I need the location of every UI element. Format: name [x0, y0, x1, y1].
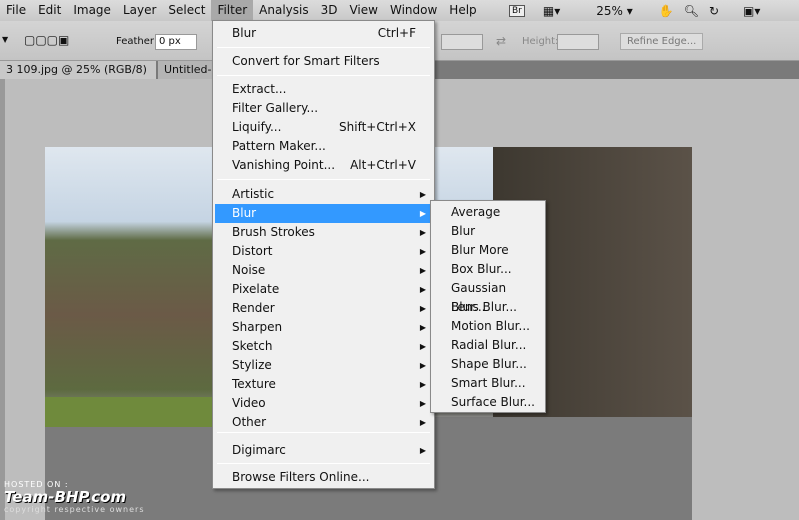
- menu-item-last-filter[interactable]: Blur Ctrl+F: [215, 24, 432, 43]
- submenu-arrow-icon: ▶: [419, 190, 426, 199]
- width-input[interactable]: [441, 34, 483, 50]
- submenu-arrow-icon: ▶: [419, 380, 426, 389]
- menu-select[interactable]: Select: [162, 0, 211, 21]
- feather-input[interactable]: 0 px: [155, 34, 197, 50]
- tab-document[interactable]: 3 109.jpg @ 25% (RGB/8) ×: [0, 61, 156, 94]
- menu-item-brush-strokes[interactable]: Brush Strokes ▶: [215, 223, 432, 242]
- swap-icon[interactable]: ⇄: [496, 34, 506, 48]
- blur-item-gaussian-blur[interactable]: Gaussian Blur...: [433, 279, 543, 314]
- watermark: HOSTED ON : Team-BHP.com copyright respe…: [4, 480, 145, 514]
- hand-tool-icon[interactable]: ✋: [659, 4, 674, 18]
- menu-item-filter-gallery[interactable]: Filter Gallery...: [215, 99, 432, 118]
- height-label: Height:: [522, 36, 559, 47]
- menu-3d[interactable]: 3D: [315, 0, 344, 21]
- menu-item-extract[interactable]: Extract...: [215, 80, 432, 99]
- menu-window[interactable]: Window: [384, 0, 443, 21]
- tab-label: 3 109.jpg @ 25% (RGB/8): [6, 63, 147, 76]
- zoom-value: 25%: [596, 3, 623, 18]
- feather-label: Feather:: [116, 36, 158, 47]
- menu-item-pixelate[interactable]: Pixelate ▶: [215, 280, 432, 299]
- blur-submenu: Average Blur Blur More Box Blur... Gaussian …: [430, 200, 546, 413]
- blur-item-lens-blur[interactable]: Lens Blur...: [433, 298, 543, 317]
- menu-help[interactable]: Help: [443, 0, 482, 21]
- submenu-arrow-icon: ▶: [419, 209, 426, 218]
- submenu-arrow-icon: ▶: [419, 446, 426, 455]
- watermark-brand: Team-BHP.com: [4, 488, 127, 506]
- menu-item-video[interactable]: Video ▶: [215, 394, 432, 413]
- menu-item-digimarc[interactable]: Digimarc ▶: [215, 441, 432, 460]
- submenu-arrow-icon: ▶: [419, 228, 426, 237]
- submenu-arrow-icon: ▶: [419, 285, 426, 294]
- watermark-copyright: copyright respective owners: [4, 505, 145, 514]
- blur-item-shape-blur[interactable]: Shape Blur...: [433, 355, 543, 374]
- menu-layer[interactable]: Layer: [117, 0, 162, 21]
- screen-mode-icon[interactable]: ▦▾: [543, 4, 560, 18]
- blur-item-blur-more[interactable]: Blur More: [433, 241, 543, 260]
- menu-item-liquify[interactable]: Liquify... Shift+Ctrl+X: [215, 118, 432, 137]
- submenu-arrow-icon: ▶: [419, 361, 426, 370]
- menu-item-browse-filters-online[interactable]: Browse Filters Online...: [215, 468, 432, 487]
- blur-item-box-blur[interactable]: Box Blur...: [433, 260, 543, 279]
- bridge-button[interactable]: Br: [509, 4, 525, 17]
- menu-image[interactable]: Image: [67, 0, 117, 21]
- blur-item-radial-blur[interactable]: Radial Blur...: [433, 336, 543, 355]
- submenu-arrow-icon: ▶: [419, 266, 426, 275]
- refine-edge-button[interactable]: Refine Edge...: [620, 33, 704, 50]
- menu-item-noise[interactable]: Noise ▶: [215, 261, 432, 280]
- filter-menu: Blur Ctrl+F Convert for Smart Filters Ext…: [212, 20, 435, 489]
- menu-item-sharpen[interactable]: Sharpen ▶: [215, 318, 432, 337]
- submenu-arrow-icon: ▶: [419, 304, 426, 313]
- menu-view[interactable]: View: [343, 0, 383, 21]
- menu-filter[interactable]: Filter: [211, 0, 254, 21]
- menu-item-other[interactable]: Other ▶: [215, 413, 432, 432]
- menu-item-blur[interactable]: Blur ▶: [215, 204, 432, 223]
- menu-item-sketch[interactable]: Sketch ▶: [215, 337, 432, 356]
- menu-item-artistic[interactable]: Artistic ▶: [215, 185, 432, 204]
- zoom-dropdown[interactable]: 25% ▾: [596, 4, 633, 18]
- menu-item-distort[interactable]: Distort ▶: [215, 242, 432, 261]
- blur-item-smart-blur[interactable]: Smart Blur...: [433, 374, 543, 393]
- menu-item-render[interactable]: Render ▶: [215, 299, 432, 318]
- submenu-arrow-icon: ▶: [419, 418, 426, 427]
- tool-preset-dropdown[interactable]: ▼: [2, 35, 8, 44]
- blur-item-blur[interactable]: Blur: [433, 222, 543, 241]
- height-input[interactable]: [557, 34, 599, 50]
- menu-edit[interactable]: Edit: [32, 0, 67, 21]
- menu-analysis[interactable]: Analysis: [253, 0, 314, 21]
- zoom-tool-icon[interactable]: 🔍︎: [684, 4, 699, 18]
- menu-item-stylize[interactable]: Stylize ▶: [215, 356, 432, 375]
- blur-item-surface-blur[interactable]: Surface Blur...: [433, 393, 543, 412]
- blur-item-motion-blur[interactable]: Motion Blur...: [433, 317, 543, 336]
- arrange-documents-icon[interactable]: ▣▾: [743, 4, 760, 18]
- menu-item-texture[interactable]: Texture ▶: [215, 375, 432, 394]
- submenu-arrow-icon: ▶: [419, 247, 426, 256]
- menu-item-vanishing-point[interactable]: Vanishing Point... Alt+Ctrl+V: [215, 156, 432, 175]
- menu-file[interactable]: File: [0, 0, 32, 21]
- submenu-arrow-icon: ▶: [419, 342, 426, 351]
- submenu-arrow-icon: ▶: [419, 399, 426, 408]
- rotate-view-icon[interactable]: ↻: [709, 4, 719, 18]
- blur-item-average[interactable]: Average: [433, 203, 543, 222]
- selection-mode-icons[interactable]: ▢▢▢▣: [24, 33, 69, 47]
- tab-untitled[interactable]: Untitled-: [158, 61, 218, 79]
- submenu-arrow-icon: ▶: [419, 323, 426, 332]
- menu-item-pattern-maker[interactable]: Pattern Maker...: [215, 137, 432, 156]
- menu-item-convert-smart-filters[interactable]: Convert for Smart Filters: [215, 52, 432, 71]
